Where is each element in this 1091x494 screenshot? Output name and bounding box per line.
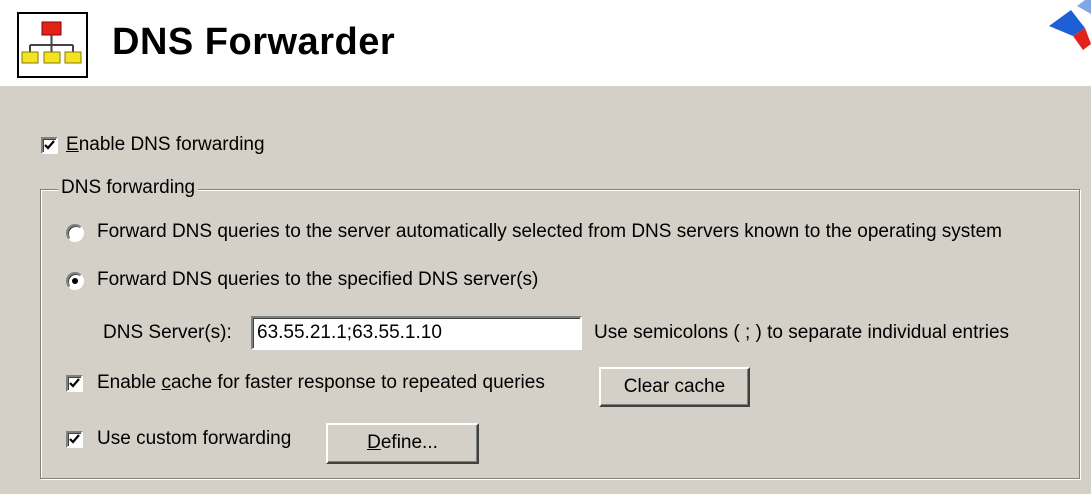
custom-forwarding-checkbox[interactable] xyxy=(66,431,83,448)
page-title: DNS Forwarder xyxy=(112,21,396,63)
enable-cache-checkbox[interactable] xyxy=(66,375,83,392)
enable-dns-forwarding-checkbox[interactable] xyxy=(41,137,58,154)
radio-specified-servers-label[interactable]: Forward DNS queries to the specified DNS… xyxy=(97,269,538,291)
dns-server-label: DNS Server(s): xyxy=(103,322,232,343)
network-icon xyxy=(17,12,88,78)
dns-server-input[interactable]: 63.55.21.1;63.55.1.10 xyxy=(251,316,582,350)
header: DNS Forwarder xyxy=(0,0,1091,86)
radio-specified-servers[interactable] xyxy=(66,272,84,290)
custom-forwarding-label[interactable]: Use custom forwarding xyxy=(97,428,291,450)
label-text: nable DNS forwarding xyxy=(78,134,265,155)
dns-forwarding-legend: DNS forwarding xyxy=(58,177,199,199)
clear-cache-button[interactable]: Clear cache xyxy=(599,367,750,407)
label-text: Enable xyxy=(97,372,162,393)
corner-decoration xyxy=(1049,0,1091,50)
accelerator-key: E xyxy=(66,134,79,155)
enable-dns-forwarding-label[interactable]: Enable DNS forwarding xyxy=(66,134,265,156)
dns-server-hint: Use semicolons ( ; ) to separate individ… xyxy=(594,322,1010,343)
checkmark-icon xyxy=(69,378,80,388)
accelerator-key: c xyxy=(161,372,171,393)
radio-auto-select[interactable] xyxy=(66,224,84,242)
enable-cache-label[interactable]: Enable cache for faster response to repe… xyxy=(97,372,545,394)
define-button[interactable]: Define... xyxy=(326,423,479,464)
label-text: efine... xyxy=(380,432,438,453)
radio-selected-dot xyxy=(72,278,78,284)
accelerator-key: D xyxy=(367,432,381,453)
checkmark-icon xyxy=(44,140,55,150)
radio-auto-select-label[interactable]: Forward DNS queries to the server automa… xyxy=(97,221,1002,243)
checkmark-icon xyxy=(69,434,80,444)
label-text: ache for faster response to repeated que… xyxy=(170,372,545,393)
